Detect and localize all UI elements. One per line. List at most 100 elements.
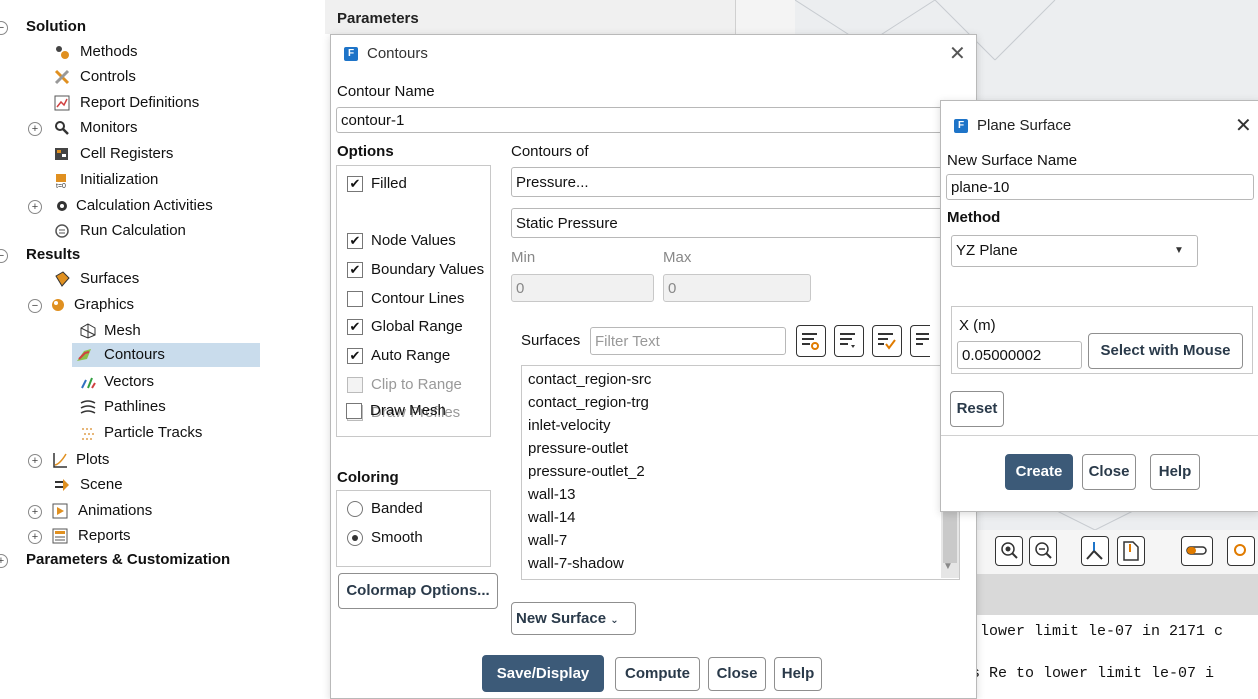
method-dropdown[interactable]: YZ Plane ▼ <box>951 235 1198 267</box>
close-icon[interactable]: ✕ <box>949 41 966 66</box>
tree-item-scene[interactable]: Scene <box>0 473 320 497</box>
zoom-out-icon[interactable] <box>1029 536 1057 566</box>
contours-of-dropdown[interactable]: Pressure... <box>511 167 976 197</box>
filter-list-icon[interactable] <box>834 325 864 357</box>
animations-icon <box>52 503 68 519</box>
list-item[interactable]: pressure-outlet <box>528 438 628 460</box>
tree-item-animations[interactable]: + Animations <box>0 499 320 523</box>
list-item[interactable]: inlet-velocity <box>528 415 611 437</box>
surface-name-input[interactable]: plane-10 <box>946 174 1254 200</box>
tree-item-cell-registers[interactable]: Cell Registers <box>0 142 320 166</box>
collapse-icon[interactable]: − <box>0 21 8 35</box>
coloring-label: Coloring <box>337 469 399 486</box>
scrollbar-thumb[interactable] <box>943 505 957 563</box>
zoom-to-fit-icon[interactable] <box>995 536 1023 566</box>
checkbox-box[interactable]: ✔ <box>347 262 363 278</box>
tree-item-label: Calculation Activities <box>76 197 213 214</box>
select-with-mouse-button[interactable]: Select with Mouse <box>1088 333 1243 369</box>
tree-item-run-calculation[interactable]: Run Calculation <box>0 219 320 243</box>
checkbox-box[interactable]: ✔ <box>347 233 363 249</box>
list-item[interactable]: contact_region-src <box>528 369 651 391</box>
tree-item-results[interactable]: − Results <box>0 243 320 267</box>
list-item[interactable]: wall-7 <box>528 530 567 552</box>
checkbox-box[interactable] <box>347 377 363 393</box>
graphics-toolbar <box>975 530 1258 574</box>
checkbox-box[interactable]: ✔ <box>347 348 363 364</box>
help-button[interactable]: Help <box>1150 454 1200 490</box>
x-input[interactable]: 0.05000002 <box>957 341 1082 369</box>
tree-item-calculation-activities[interactable]: + Calculation Activities <box>0 194 320 218</box>
new-surface-button[interactable]: New Surface ⌄ <box>511 602 636 635</box>
console-window[interactable]: o lower limit le-07 in 2171 c ss Re to l… <box>960 615 1258 697</box>
close-button[interactable]: Close <box>1082 454 1136 490</box>
reset-button[interactable]: Reset <box>950 391 1004 427</box>
contours-of-sub-dropdown[interactable]: Static Pressure <box>511 208 976 238</box>
min-input[interactable]: 0 <box>511 274 654 302</box>
compute-button[interactable]: Compute <box>615 657 700 691</box>
more-list-icon[interactable] <box>910 325 930 357</box>
colormap-options-button[interactable]: Colormap Options... <box>338 573 498 609</box>
magnifier-icon <box>55 121 69 135</box>
scroll-down-icon[interactable]: ▼ <box>943 561 953 572</box>
tree-item-label: Scene <box>80 476 123 493</box>
help-button[interactable]: Help <box>774 657 822 691</box>
list-item[interactable]: wall-7-shadow <box>528 553 624 575</box>
radio-circle[interactable] <box>347 530 363 546</box>
collapse-icon[interactable]: − <box>0 249 8 263</box>
select-all-icon[interactable] <box>796 325 826 357</box>
close-button[interactable]: Close <box>708 657 766 691</box>
checkbox-box[interactable]: ✔ <box>347 319 363 335</box>
checkbox-box[interactable] <box>346 403 362 419</box>
tree-item-monitors[interactable]: + Monitors <box>0 116 320 140</box>
plots-icon <box>53 453 67 468</box>
toggle-icon[interactable] <box>1181 536 1213 566</box>
expand-icon[interactable]: + <box>28 200 42 214</box>
tree-item-methods[interactable]: Methods <box>0 40 320 64</box>
tree-item-report-definitions[interactable]: Report Definitions <box>0 91 320 115</box>
tree-item-graphics[interactable]: − Graphics <box>0 293 320 317</box>
save-display-button[interactable]: Save/Display <box>482 655 604 692</box>
method-label: Method <box>947 209 1001 226</box>
tree-item-surfaces[interactable]: Surfaces <box>0 267 320 291</box>
tree-item-vectors[interactable]: Vectors <box>0 370 320 394</box>
tree-item-pathlines[interactable]: Pathlines <box>0 395 320 419</box>
surfaces-list[interactable]: contact_region-src contact_region-trg in… <box>521 365 960 580</box>
dropdown-arrow-icon: ▼ <box>1174 245 1184 256</box>
tree-item-controls[interactable]: Controls <box>0 65 320 89</box>
tree-item-reports[interactable]: + Reports <box>0 524 320 548</box>
tree-item-particle-tracks[interactable]: Particle Tracks <box>0 421 320 445</box>
tree-item-label: Results <box>26 246 81 263</box>
expand-icon[interactable]: + <box>28 122 42 136</box>
tree-item-solution[interactable]: − Solution <box>0 15 320 39</box>
create-button[interactable]: Create <box>1005 454 1073 490</box>
list-item[interactable]: wall-13 <box>528 484 576 506</box>
list-item[interactable]: contact_region-trg <box>528 392 649 414</box>
tree-item-parameters-customization[interactable]: + Parameters & Customization <box>0 548 320 572</box>
list-item[interactable]: pressure-outlet_2 <box>528 461 645 483</box>
contour-name-input[interactable]: contour-1 <box>336 107 976 133</box>
page-icon[interactable] <box>1117 536 1145 566</box>
plane-surface-dialog: F Plane Surface ✕ New Surface Name plane… <box>940 100 1258 512</box>
expand-icon[interactable]: + <box>28 505 42 519</box>
settings-icon[interactable] <box>1227 536 1255 566</box>
close-icon[interactable]: ✕ <box>1235 113 1252 138</box>
expand-icon[interactable]: + <box>28 530 42 544</box>
expand-icon[interactable]: + <box>28 454 42 468</box>
checkbox-box[interactable] <box>347 291 363 307</box>
radio-circle[interactable] <box>347 501 363 517</box>
tree-item-initialization[interactable]: t=0 Initialization <box>0 168 320 192</box>
check-list-icon[interactable] <box>872 325 902 357</box>
expand-icon[interactable]: + <box>0 554 8 568</box>
checkbox-box[interactable]: ✔ <box>347 176 363 192</box>
radio-label: Smooth <box>371 529 423 546</box>
divider <box>941 435 1258 436</box>
tree-item-plots[interactable]: + Plots <box>0 448 320 472</box>
axes-icon[interactable] <box>1081 536 1109 566</box>
max-input[interactable]: 0 <box>663 274 811 302</box>
tree-item-mesh[interactable]: Mesh <box>0 319 320 343</box>
collapse-icon[interactable]: − <box>28 299 42 313</box>
checkbox-label: Auto Range <box>371 347 451 364</box>
list-item[interactable]: wall-14 <box>528 507 576 529</box>
surfaces-filter-input[interactable]: Filter Text <box>590 327 786 355</box>
tree-item-contours[interactable]: Contours <box>72 343 260 367</box>
